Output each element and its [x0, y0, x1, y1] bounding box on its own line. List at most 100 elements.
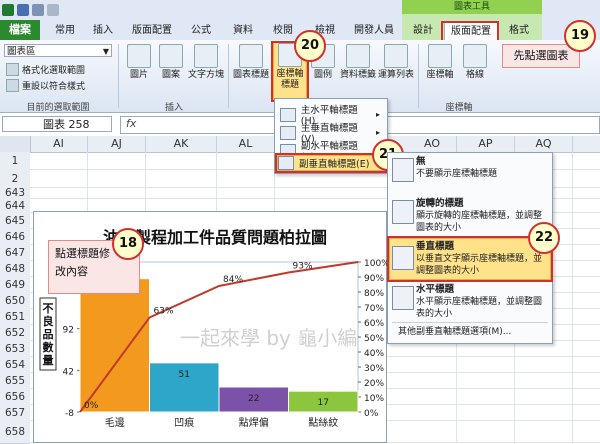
save-icon[interactable]	[17, 4, 29, 16]
tab-home[interactable]: 常用	[50, 22, 80, 39]
data-labels-button[interactable]: 資料標籤	[340, 44, 376, 96]
row-header[interactable]: 1	[0, 152, 30, 171]
group-label-axes: 座標軸	[445, 103, 473, 113]
row-header[interactable]: 656	[0, 389, 30, 406]
picture-label: 圖片	[129, 70, 148, 80]
tab-design[interactable]: 設計	[408, 22, 438, 39]
gridlines-icon	[463, 44, 487, 68]
submenu-item-title: 無	[416, 156, 426, 167]
column-header[interactable]: AL	[217, 136, 275, 152]
row-header[interactable]: 654	[0, 357, 30, 374]
submenu-divider	[392, 322, 548, 323]
row-header[interactable]: 657	[0, 405, 30, 422]
row-header[interactable]: 652	[0, 325, 30, 342]
chart-element-dropdown[interactable]: 圖表區 ▼	[4, 44, 112, 57]
group-label-insert: 插入	[164, 103, 183, 113]
rotated-title-icon	[392, 200, 414, 224]
picture-button[interactable]: 圖片	[124, 44, 154, 96]
shapes-button[interactable]: 圖案	[156, 44, 186, 96]
row-header[interactable]: 655	[0, 373, 30, 390]
chart-tools-label: 圖表工具	[402, 0, 542, 14]
gridlines-label: 格線	[465, 70, 484, 80]
legend-label: 圖例	[313, 70, 332, 80]
select-all-corner[interactable]	[0, 136, 31, 152]
gridlines-button[interactable]: 格線	[460, 44, 490, 96]
row-header[interactable]: 653	[0, 341, 30, 358]
redo-icon[interactable]	[47, 4, 59, 16]
highlight-layout-tab	[441, 21, 499, 42]
data-table-icon	[384, 44, 408, 68]
group-label-current-selection: 目前的選取範圍	[26, 103, 90, 113]
submenu-more-options[interactable]: 其他副垂直軸標題選項(M)...	[398, 326, 548, 338]
axes-button[interactable]: 座標軸	[424, 44, 456, 96]
row-header[interactable]: 651	[0, 309, 30, 326]
submenu-item-none[interactable]: 無 不要顯示座標軸標題	[416, 156, 546, 180]
grid-column-line	[572, 152, 573, 443]
column-header[interactable]: AP	[457, 136, 515, 152]
row-header[interactable]: 648	[0, 261, 30, 278]
chevron-down-icon: ▼	[102, 47, 109, 56]
tab-formulas[interactable]: 公式	[186, 22, 216, 39]
format-selection-icon	[6, 63, 19, 76]
shapes-label: 圖案	[161, 70, 180, 80]
row-header[interactable]: 646	[0, 229, 30, 246]
callout-text: 先點選圖表	[513, 49, 569, 62]
step-badge-20: 20	[294, 30, 326, 62]
watermark: 一起來學 by 龜小編	[180, 326, 358, 350]
row-header[interactable]: 644	[0, 199, 30, 214]
format-selection-button[interactable]: 格式化選取範圍	[6, 63, 85, 76]
submenu-item-title: 水平標題	[416, 284, 455, 295]
tab-developer[interactable]: 開發人員	[350, 22, 398, 39]
no-title-icon	[392, 158, 414, 182]
ribbon-separator	[118, 44, 119, 108]
row-header[interactable]: 658	[0, 421, 30, 444]
horizontal-title-icon	[392, 286, 414, 310]
quick-access-toolbar	[2, 2, 59, 18]
column-header[interactable]: AI	[30, 136, 88, 152]
column-header[interactable]: AJ	[88, 136, 146, 152]
undo-icon[interactable]	[32, 4, 44, 16]
callout-text-line2: 改內容	[55, 265, 88, 278]
format-selection-label: 格式化選取範圍	[22, 66, 86, 76]
row-header[interactable]: 645	[0, 213, 30, 230]
chevron-right-icon: ▸	[375, 110, 380, 119]
column-header[interactable]: AO	[408, 136, 457, 152]
data-labels-label: 資料標籤	[340, 70, 377, 80]
reset-style-label: 重設以符合樣式	[22, 82, 86, 92]
tab-insert[interactable]: 插入	[88, 22, 118, 39]
fx-icon[interactable]: fx	[126, 116, 136, 132]
column-header[interactable]: AQ	[515, 136, 573, 152]
reset-style-icon	[6, 79, 19, 92]
submenu-item-desc: 水平顯示座標軸標題，並調整圖表的大小	[416, 297, 543, 319]
name-box[interactable]: 圖表 258	[2, 116, 112, 132]
picture-icon	[127, 44, 151, 68]
highlight-secondary-vertical	[275, 153, 387, 173]
textbox-button[interactable]: 文字方塊	[188, 44, 224, 96]
ribbon-separator	[228, 44, 229, 108]
ribbon-separator	[418, 44, 419, 108]
data-labels-icon	[346, 44, 370, 68]
excel-app-icon	[2, 4, 14, 16]
chevron-right-icon: ▸	[375, 128, 380, 137]
chart-title-button[interactable]: 圖表標題	[232, 44, 270, 96]
column-header[interactable]: AK	[146, 136, 217, 152]
submenu-item-desc: 不要顯示座標軸標題	[416, 169, 498, 179]
row-header[interactable]: 650	[0, 293, 30, 310]
shapes-icon	[159, 44, 183, 68]
row-header[interactable]: 649	[0, 277, 30, 294]
submenu-item-horizontal[interactable]: 水平標題 水平顯示座標軸標題，並調整圖表的大小	[416, 284, 550, 320]
chart-element-value: 圖表區	[7, 46, 36, 57]
step-badge-19: 19	[564, 20, 596, 52]
reset-style-button[interactable]: 重設以符合樣式	[6, 79, 85, 92]
tab-review[interactable]: 校閱	[268, 22, 298, 39]
chart-title-icon	[239, 44, 263, 68]
tab-page-layout[interactable]: 版面配置	[128, 22, 176, 39]
tab-file[interactable]: 檔案	[0, 20, 40, 40]
textbox-icon	[194, 44, 218, 68]
row-header[interactable]: 647	[0, 245, 30, 262]
data-table-button[interactable]: 運算列表	[378, 44, 414, 96]
tab-format[interactable]: 格式	[504, 22, 534, 39]
axes-icon	[428, 44, 452, 68]
submenu-item-title: 旋轉的標題	[416, 198, 464, 209]
tab-data[interactable]: 資料	[228, 22, 258, 39]
